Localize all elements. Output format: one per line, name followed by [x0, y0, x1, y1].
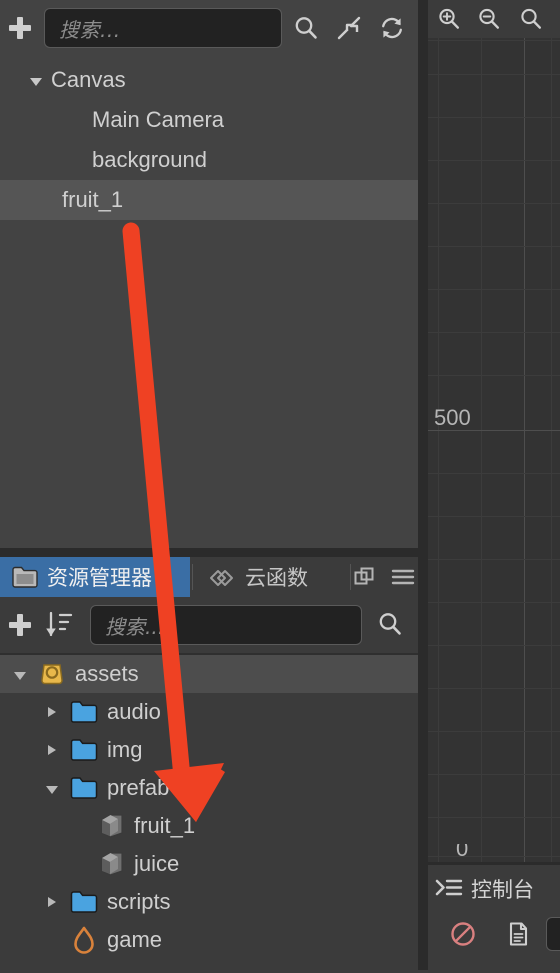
hierarchy-tree: Canvas Main Camera background fruit_1	[0, 60, 480, 220]
hamburger-glyph	[391, 569, 415, 585]
assets-search-placeholder: 搜索...	[105, 614, 165, 639]
asset-label: img	[107, 737, 143, 762]
prefab-cube-icon	[101, 852, 123, 876]
console-filter-input[interactable]	[546, 917, 560, 951]
search-icon[interactable]	[292, 14, 320, 42]
console-title: 控制台	[471, 879, 534, 902]
asset-row-img[interactable]: img	[0, 731, 466, 769]
asset-label: fruit_1	[134, 813, 196, 838]
hierarchy-toolbar: 搜索...	[0, 0, 418, 57]
assets-db-icon	[41, 664, 63, 685]
zoom-in-icon[interactable]	[436, 6, 462, 32]
folder-icon	[70, 739, 98, 761]
plus-icon[interactable]	[6, 14, 34, 42]
scene-column: 500 0 控制台	[428, 0, 560, 973]
collapse-all-icon[interactable]	[335, 14, 363, 42]
hierarchy-node-label: Canvas	[51, 67, 126, 92]
asset-row-audio[interactable]: audio	[0, 693, 466, 731]
scene-toolbar	[428, 0, 560, 38]
asset-label: assets	[75, 661, 139, 686]
folder-icon	[70, 777, 98, 799]
search-icon[interactable]	[376, 610, 404, 638]
hierarchy-node-fruit-1[interactable]: fruit_1	[0, 180, 480, 220]
hierarchy-node-label: background	[92, 147, 207, 172]
cloud-function-icon	[210, 570, 233, 586]
clear-icon[interactable]	[448, 919, 478, 949]
tab-divider	[350, 564, 351, 590]
zoom-in-glyph	[439, 8, 459, 29]
assets-tabbar: 资源管理器 云函数	[0, 557, 418, 597]
file-icon[interactable]	[503, 919, 533, 949]
grid-axis-label-partial: 0	[456, 844, 469, 861]
popout-glyph	[354, 567, 374, 585]
refresh-icon[interactable]	[378, 14, 406, 42]
assets-toolbar: 搜索...	[0, 597, 418, 653]
editor-window: 搜索... Canvas Main Camera background frui…	[0, 0, 560, 973]
folder-icon	[70, 701, 98, 723]
panel-splitter-horizontal[interactable]	[0, 548, 418, 557]
hierarchy-node-label: Main Camera	[92, 107, 225, 132]
search-glyph	[379, 613, 401, 635]
zoom-out-icon[interactable]	[476, 6, 502, 32]
hierarchy-search-input[interactable]: 搜索...	[44, 8, 282, 48]
hierarchy-search-placeholder: 搜索...	[59, 17, 121, 42]
console-toolbar	[428, 919, 560, 959]
plus-icon[interactable]	[6, 611, 32, 637]
hierarchy-panel: 搜索... Canvas Main Camera background frui…	[0, 0, 480, 548]
folder-icon	[12, 566, 38, 588]
assets-search-input[interactable]: 搜索...	[90, 605, 362, 645]
hierarchy-node-canvas[interactable]: Canvas	[0, 60, 448, 100]
asset-label: audio	[107, 699, 161, 724]
asset-label: juice	[134, 851, 180, 876]
tab-asset-manager[interactable]: 资源管理器	[0, 557, 190, 597]
asset-row-assets[interactable]: assets	[0, 655, 432, 693]
tab-label: 云函数	[245, 567, 308, 590]
panel-splitter-vertical[interactable]	[418, 0, 428, 970]
asset-row-game[interactable]: game	[0, 921, 488, 959]
menu-icon[interactable]	[390, 557, 420, 597]
console-panel: 控制台	[428, 862, 560, 973]
tab-cloud-function[interactable]: 云函数	[196, 557, 346, 597]
scene-flame-icon	[74, 926, 94, 954]
sort-icon[interactable]	[44, 610, 74, 640]
asset-label: scripts	[107, 889, 171, 914]
asset-row-scripts[interactable]: scripts	[0, 883, 466, 921]
asset-row-prefab[interactable]: prefab	[0, 769, 464, 807]
folder-icon	[70, 891, 98, 913]
search-glyph	[521, 8, 541, 29]
left-column: 搜索... Canvas Main Camera background frui…	[0, 0, 480, 970]
search-icon[interactable]	[518, 6, 544, 32]
popout-icon[interactable]	[352, 557, 386, 597]
chevron-right-icon[interactable]	[48, 745, 56, 755]
clear-glyph	[451, 922, 475, 946]
console-prompt-icon	[435, 879, 463, 896]
hierarchy-node-label: fruit_1	[62, 187, 124, 212]
zoom-out-glyph	[479, 8, 499, 29]
assets-panel: 资源管理器 云函数 搜索... assets audio img prefab …	[0, 557, 432, 970]
scene-grid[interactable]: 500 0	[428, 38, 560, 862]
console-header[interactable]: 控制台	[428, 871, 534, 907]
chevron-down-icon[interactable]	[14, 671, 26, 680]
file-glyph	[509, 922, 528, 946]
chevron-right-icon[interactable]	[48, 707, 56, 717]
chevron-right-icon[interactable]	[48, 897, 56, 907]
asset-label: game	[107, 927, 163, 952]
tab-label: 资源管理器	[47, 567, 152, 590]
assets-tree: assets audio img prefab fruit_1 juice sc…	[0, 655, 432, 959]
chevron-down-icon[interactable]	[30, 77, 42, 86]
sort-glyph	[46, 611, 73, 637]
tab-divider	[192, 564, 193, 590]
asset-label: prefab	[107, 775, 170, 800]
chevron-down-icon[interactable]	[46, 785, 58, 794]
grid-axis-label: 500	[434, 405, 471, 430]
prefab-cube-icon	[101, 814, 123, 838]
